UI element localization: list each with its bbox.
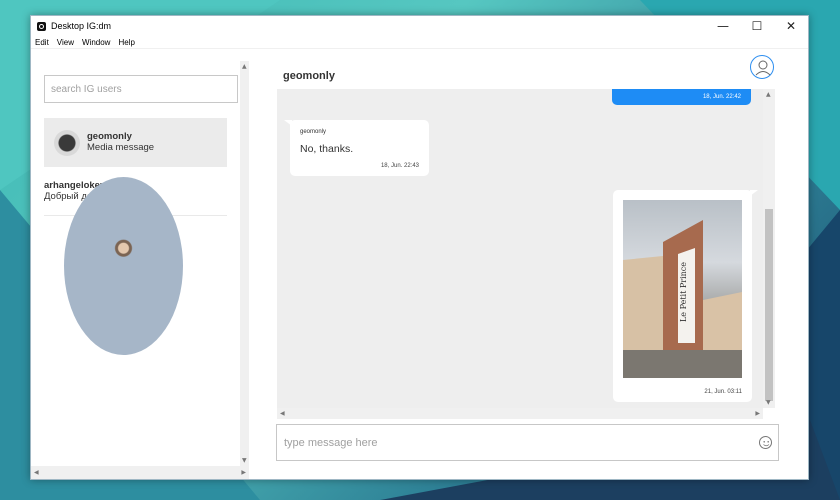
messages-vertical-scrollbar[interactable]: ▲ ▼ xyxy=(763,89,775,408)
window-title: Desktop IG:dm xyxy=(51,21,112,31)
conversation-item-geomonly[interactable]: geomonly Media message xyxy=(44,118,227,167)
sidebar-horizontal-scrollbar[interactable]: ◀ ▶ xyxy=(31,466,249,479)
incoming-message: geomonly No, thanks. 18, Jun. 22:43 xyxy=(284,120,429,176)
menu-window[interactable]: Window xyxy=(78,38,114,47)
outgoing-image-message: Le Petit Prince 21, Jun. 03:11 xyxy=(613,190,758,402)
chat-title: geomonly xyxy=(283,70,335,82)
conversation-preview: Media message xyxy=(87,142,155,153)
avatar xyxy=(64,177,183,355)
minimize-button[interactable]: — xyxy=(706,16,740,36)
window-controls: — ☐ ✕ xyxy=(706,16,808,36)
conversation-name: geomonly xyxy=(87,131,132,142)
avatar xyxy=(54,129,80,156)
message-time: 18, Jun. 22:43 xyxy=(380,163,419,169)
message-composer xyxy=(276,424,779,461)
smile-icon xyxy=(763,441,770,447)
message-text: No, thanks. xyxy=(300,143,354,155)
message-list[interactable]: 18, Jun. 22:42 geomonly No, thanks. 18, … xyxy=(277,89,763,408)
shared-photo[interactable]: Le Petit Prince xyxy=(623,200,742,378)
app-body: geomonly Media message arhangelokey Добр… xyxy=(31,50,808,479)
scrollbar-thumb[interactable] xyxy=(765,209,773,401)
conversation-sidebar: geomonly Media message arhangelokey Добр… xyxy=(31,61,238,466)
photo-lettering: Le Petit Prince xyxy=(679,262,688,322)
profile-icon[interactable] xyxy=(750,55,774,79)
building-photo: Le Petit Prince xyxy=(623,220,742,378)
message-time: 21, Jun. 03:11 xyxy=(704,389,742,395)
message-input[interactable] xyxy=(277,425,747,460)
conversation-item-arhangelokey[interactable]: arhangelokey Добрый день! xyxy=(44,167,227,355)
message-time: 18, Jun. 22:42 xyxy=(702,94,741,100)
menu-view[interactable]: View xyxy=(53,38,78,47)
messages-horizontal-scrollbar[interactable]: ◀ ▶ xyxy=(277,408,763,419)
app-window: Desktop IG:dm — ☐ ✕ Edit View Window Hel… xyxy=(30,15,809,480)
close-button[interactable]: ✕ xyxy=(774,16,808,36)
menu-help[interactable]: Help xyxy=(114,38,138,47)
outgoing-message: 18, Jun. 22:42 xyxy=(612,89,751,105)
user-icon xyxy=(755,60,771,76)
maximize-button[interactable]: ☐ xyxy=(740,16,774,36)
emoji-icon[interactable] xyxy=(759,436,772,449)
title-bar: Desktop IG:dm — ☐ ✕ xyxy=(31,16,808,36)
menu-edit[interactable]: Edit xyxy=(31,38,53,47)
message-sender: geomonly xyxy=(300,129,327,135)
app-icon xyxy=(37,21,46,31)
menu-bar: Edit View Window Help xyxy=(31,36,808,49)
search-input[interactable] xyxy=(44,75,238,103)
sidebar-vertical-scrollbar[interactable]: ▲ ▼ xyxy=(240,61,249,466)
